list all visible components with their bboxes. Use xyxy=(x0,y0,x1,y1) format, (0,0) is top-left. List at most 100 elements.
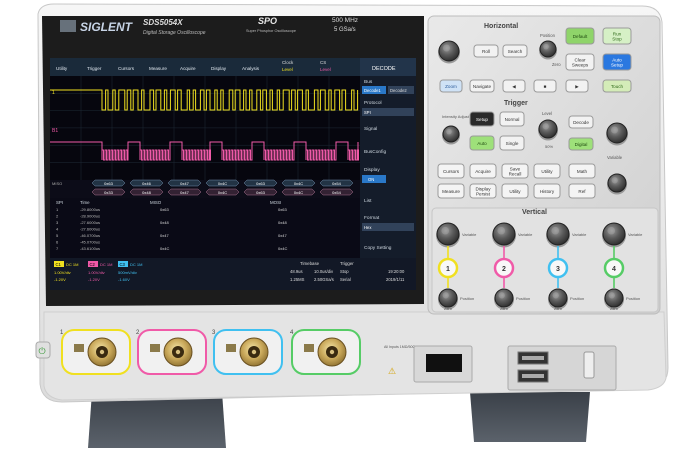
cursors-button[interactable]: Cursors xyxy=(437,163,465,179)
table-header-cell: Time xyxy=(80,200,90,205)
menu-item-analysis[interactable]: Analysis xyxy=(242,66,260,71)
trigger-auto-button[interactable]: Auto xyxy=(469,135,495,151)
ch4-position-label: Position xyxy=(626,296,640,301)
spo-sub-text: Super Phosphor Oscilloscope xyxy=(246,29,296,33)
trigger-level-knob[interactable] xyxy=(538,119,558,141)
touch-button[interactable]: Touch xyxy=(602,79,632,93)
side-signal-label: Signal xyxy=(364,126,377,132)
top-cs-label: CS xyxy=(320,60,326,65)
math-button[interactable]: Math xyxy=(568,163,596,179)
trigger-setup-button[interactable]: Setup xyxy=(469,111,495,127)
ch1-scale-knob[interactable] xyxy=(436,222,460,248)
power-icon: ⏻ xyxy=(39,346,46,356)
timebase-delay: 48.9us xyxy=(290,269,303,274)
decode-row-label: MISO xyxy=(52,181,62,186)
search-button[interactable]: Search xyxy=(502,44,528,58)
navigate-button-label: Navigate xyxy=(473,84,492,89)
ch2-scale-knob[interactable] xyxy=(492,222,516,248)
default-button[interactable]: Default xyxy=(565,27,595,45)
ch1-position-knob-highlight xyxy=(442,292,449,299)
decode-value-miso: 0x4C xyxy=(218,181,227,186)
stop-nav-button[interactable]: ■ xyxy=(533,79,557,93)
ch3-scale-knob-body xyxy=(546,222,570,246)
trigger-single-button[interactable]: Single xyxy=(499,135,525,151)
prev-button[interactable]: ◀ xyxy=(502,79,526,93)
decode-value-mosi: 0x4C xyxy=(294,190,303,195)
position-knob-right[interactable] xyxy=(607,173,627,195)
touch-button-label: Touch xyxy=(611,84,624,89)
top-clock-label: Clock xyxy=(282,60,294,65)
trigger-normal-button[interactable]: Normal xyxy=(499,111,525,127)
ch4-scale-knob[interactable] xyxy=(602,222,626,248)
decode-value-mosi: 0x54 xyxy=(332,190,341,195)
ch4-variable-label: Variable xyxy=(628,232,643,237)
save-recall-button[interactable]: Save Recall xyxy=(501,163,529,179)
run-stop-button[interactable]: Run Stop xyxy=(602,27,632,45)
ch2-variable-label: Variable xyxy=(518,232,533,237)
display-persist-button[interactable]: Display Persist xyxy=(469,183,497,199)
trigger-level-knob-highlight xyxy=(542,123,549,130)
ch4-bnc-pin xyxy=(329,349,335,355)
clear-sweeps-button[interactable]: Clear Sweeps xyxy=(565,53,595,71)
intensity-knob-body xyxy=(442,125,460,143)
acquire-button[interactable]: Acquire xyxy=(469,163,497,179)
ch2-bnc-pin xyxy=(175,349,181,355)
ch3-scale-knob[interactable] xyxy=(546,222,570,248)
ch2-scale-knob-highlight xyxy=(497,226,506,235)
menu-item-utility[interactable]: Utility xyxy=(56,66,68,71)
vertical-title: Vertical xyxy=(522,209,547,216)
history-button[interactable]: History xyxy=(533,183,561,199)
ch3-position-knob-highlight xyxy=(552,292,559,299)
side-format-label: Format xyxy=(364,215,380,221)
utility-2-button[interactable]: Utility xyxy=(501,183,529,199)
clock-date: 2019/1/11 xyxy=(386,277,405,282)
table-cell-miso: 0x4C xyxy=(160,246,169,251)
zoom-button[interactable]: Zoom xyxy=(439,79,463,93)
channel-offset: -1.20V xyxy=(88,277,100,282)
menu-item-trigger[interactable]: Trigger xyxy=(87,66,102,71)
horizontal-scale-knob[interactable] xyxy=(438,40,460,64)
ch1-button-label: 1 xyxy=(446,266,450,273)
sample-rate-text: 5 GSa/s xyxy=(334,27,356,33)
roll-button[interactable]: Roll xyxy=(473,44,499,58)
position-knob-right-body xyxy=(607,173,627,193)
ref-button[interactable]: Ref xyxy=(568,183,596,199)
run-stop-button-label: Run Stop xyxy=(612,31,622,41)
channel-scale: 1.00V/div xyxy=(88,270,105,275)
ch2-button-label: 2 xyxy=(502,266,506,273)
digital-button-label: Digital xyxy=(575,142,588,147)
channel-mode: DC 1M xyxy=(66,262,78,267)
default-button-label: Default xyxy=(573,34,588,39)
next-button[interactable]: ▶ xyxy=(565,79,589,93)
utility-button[interactable]: Utility xyxy=(533,163,561,179)
channel-offset: -1.20V xyxy=(54,277,66,282)
channel-mode: DC 1M xyxy=(100,262,112,267)
intensity-knob[interactable] xyxy=(442,125,460,145)
variable-knob[interactable] xyxy=(606,122,628,146)
menu-item-acquire[interactable]: Acquire xyxy=(180,66,196,71)
side-display-value-label: ON xyxy=(368,177,374,182)
horizontal-scale-knob-highlight xyxy=(443,44,450,52)
table-cell-time: -43.6100us xyxy=(80,246,100,251)
table-cell-time: -46.0700us xyxy=(80,233,100,238)
intensity-label: Intensity Adjust xyxy=(442,114,470,119)
channel-scale: 1.00V/div xyxy=(54,270,71,275)
navigate-button[interactable]: Navigate xyxy=(469,79,495,93)
decode-button[interactable]: Decode xyxy=(568,115,594,129)
digital-button[interactable]: Digital xyxy=(568,137,594,151)
menu-item-cursors[interactable]: Cursors xyxy=(118,66,135,71)
table-cell-mosi: 0x4C xyxy=(278,246,287,251)
probe-comp-terminal[interactable] xyxy=(583,351,595,379)
trigger-level-sub: 50% xyxy=(545,144,553,149)
side-display-label: Display xyxy=(364,167,380,173)
auto-setup-button[interactable]: Auto Setup xyxy=(602,53,632,71)
ch4-position-knob-highlight xyxy=(608,292,615,299)
table-cell-time: -27.6000us xyxy=(80,220,100,225)
top-cs-value: Level xyxy=(320,67,331,72)
menu-item-display[interactable]: Display xyxy=(211,66,227,71)
measure-button[interactable]: Measure xyxy=(437,183,465,199)
horizontal-position-knob[interactable] xyxy=(539,40,557,60)
decode-value-mosi: 0x63 xyxy=(256,190,265,195)
ch1-position-label: Position xyxy=(460,296,474,301)
menu-item-measure[interactable]: Measure xyxy=(149,66,167,71)
